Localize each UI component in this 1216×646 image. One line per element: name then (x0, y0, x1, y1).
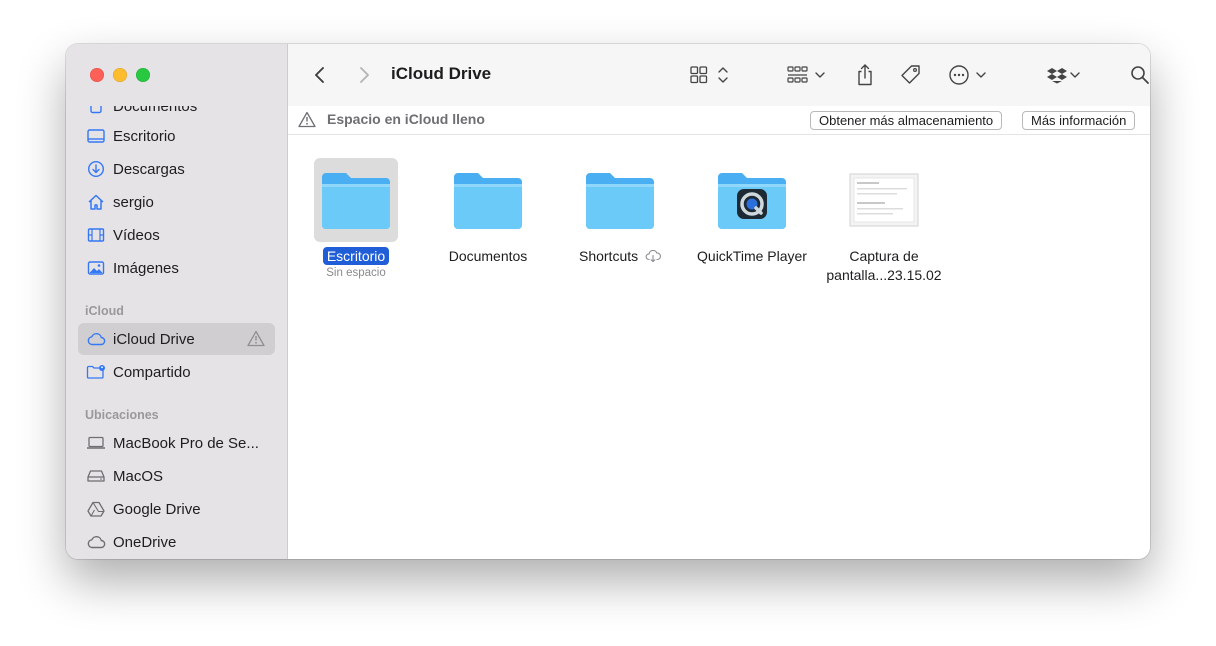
maximize-window-button[interactable] (136, 68, 150, 82)
sidebar-item-label: Documentos (113, 106, 198, 115)
sidebar-item-imagenes[interactable]: Imágenes (78, 252, 275, 284)
sidebar-item-label: OneDrive (113, 533, 177, 551)
shared-folder-icon (86, 362, 106, 382)
folder-icon (446, 158, 530, 242)
home-icon (86, 192, 106, 212)
forward-button[interactable] (352, 62, 376, 88)
sidebar-item-onedrive[interactable]: OneDrive (78, 526, 275, 558)
file-item-documentos[interactable]: Documentos (428, 158, 548, 266)
sidebar-section-icloud: iCloud (85, 304, 124, 318)
sidebar-section-ubicaciones: Ubicaciones (85, 408, 159, 422)
sidebar-item-escritorio[interactable]: Escritorio (78, 120, 275, 152)
dropbox-icon (1047, 68, 1080, 84)
file-name: QuickTime Player (697, 248, 807, 264)
sidebar-item-icloud-drive[interactable]: iCloud Drive (78, 323, 275, 355)
minimize-window-button[interactable] (113, 68, 127, 82)
file-item-escritorio[interactable]: Escritorio Sin espacio (296, 158, 416, 279)
finder-window: Documentos Escritorio Descargas sergio V… (66, 44, 1150, 559)
close-window-button[interactable] (90, 68, 104, 82)
file-name: Documentos (448, 248, 528, 264)
file-name-line-1: Captura de (849, 248, 919, 264)
sidebar-item-label: Descargas (113, 160, 185, 178)
toolbar: iCloud Drive (288, 44, 1150, 107)
sidebar-item-compartido[interactable]: Compartido (78, 356, 275, 388)
sidebar: Documentos Escritorio Descargas sergio V… (66, 44, 288, 559)
tags-button[interactable] (897, 62, 925, 88)
group-icon (787, 66, 825, 83)
file-item-captura[interactable]: Captura de pantalla...23.15.02 (824, 158, 944, 285)
group-by-button[interactable] (785, 62, 831, 88)
download-icon (86, 159, 106, 179)
sidebar-item-label: Google Drive (113, 500, 201, 518)
share-button[interactable] (852, 62, 878, 88)
sidebar-item-macbook[interactable]: MacBook Pro de Se... (78, 427, 275, 459)
sidebar-scroll-area[interactable]: Documentos Escritorio Descargas sergio V… (66, 106, 287, 559)
chevron-left-icon (315, 67, 324, 83)
search-button[interactable] (1128, 62, 1150, 88)
google-drive-icon (86, 499, 106, 519)
cloud-download-icon (645, 249, 661, 263)
cloud-icon (86, 329, 106, 349)
document-icon (86, 106, 106, 116)
sidebar-item-label: MacBook Pro de Se... (113, 434, 259, 452)
file-name-line-2: pantalla...23.15.02 (826, 267, 942, 283)
screenshot-thumbnail-icon (842, 158, 926, 242)
more-actions-button[interactable] (948, 62, 992, 88)
ellipsis-circle-icon (949, 65, 986, 85)
film-icon (86, 225, 106, 245)
sidebar-item-label: Escritorio (113, 127, 176, 145)
warning-icon (247, 330, 265, 351)
desktop-icon (86, 126, 106, 146)
sidebar-item-label: Compartido (113, 363, 191, 381)
folder-icon (578, 158, 662, 242)
file-name: Escritorio (322, 247, 390, 265)
get-more-storage-button[interactable]: Obtener más almacenamiento (810, 111, 1003, 130)
laptop-icon (86, 433, 106, 453)
search-icon (1131, 66, 1149, 84)
sidebar-item-label: Imágenes (113, 259, 179, 277)
tag-icon (901, 65, 920, 84)
sidebar-item-macos[interactable]: MacOS (78, 460, 275, 492)
more-info-button[interactable]: Más información (1022, 111, 1136, 130)
photo-icon (86, 258, 106, 278)
storage-full-banner: Espacio en iCloud lleno Obtener más alma… (288, 106, 1150, 135)
sidebar-item-label: Vídeos (113, 226, 160, 244)
file-name: Shortcuts (578, 248, 639, 264)
file-status: Sin espacio (326, 267, 386, 279)
banner-message: Espacio en iCloud lleno (327, 111, 485, 127)
sidebar-item-label: sergio (113, 193, 154, 211)
disk-icon (86, 466, 106, 486)
warning-icon (298, 111, 316, 133)
share-icon (858, 64, 872, 86)
icon-grid-icon (690, 66, 708, 84)
window-title: iCloud Drive (391, 64, 492, 83)
view-mode-button[interactable] (688, 62, 734, 88)
sidebar-item-label: iCloud Drive (113, 330, 195, 348)
file-item-shortcuts[interactable]: Shortcuts (560, 158, 680, 266)
main-content: iCloud Drive Espacio en iCloud lleno Obt… (288, 44, 1150, 559)
sidebar-item-sergio[interactable]: sergio (78, 186, 275, 218)
sidebar-item-google-drive[interactable]: Google Drive (78, 493, 275, 525)
sidebar-item-videos[interactable]: Vídeos (78, 219, 275, 251)
sidebar-item-label: MacOS (113, 467, 164, 485)
chevron-right-icon (360, 67, 369, 83)
dropbox-button[interactable] (1044, 62, 1084, 88)
back-button[interactable] (308, 62, 332, 88)
file-item-quicktime[interactable]: QuickTime Player (692, 158, 812, 266)
quicktime-app-icon (710, 158, 794, 242)
sidebar-item-descargas[interactable]: Descargas (78, 153, 275, 185)
folder-icon (314, 158, 398, 242)
cloud-icon (86, 532, 106, 552)
